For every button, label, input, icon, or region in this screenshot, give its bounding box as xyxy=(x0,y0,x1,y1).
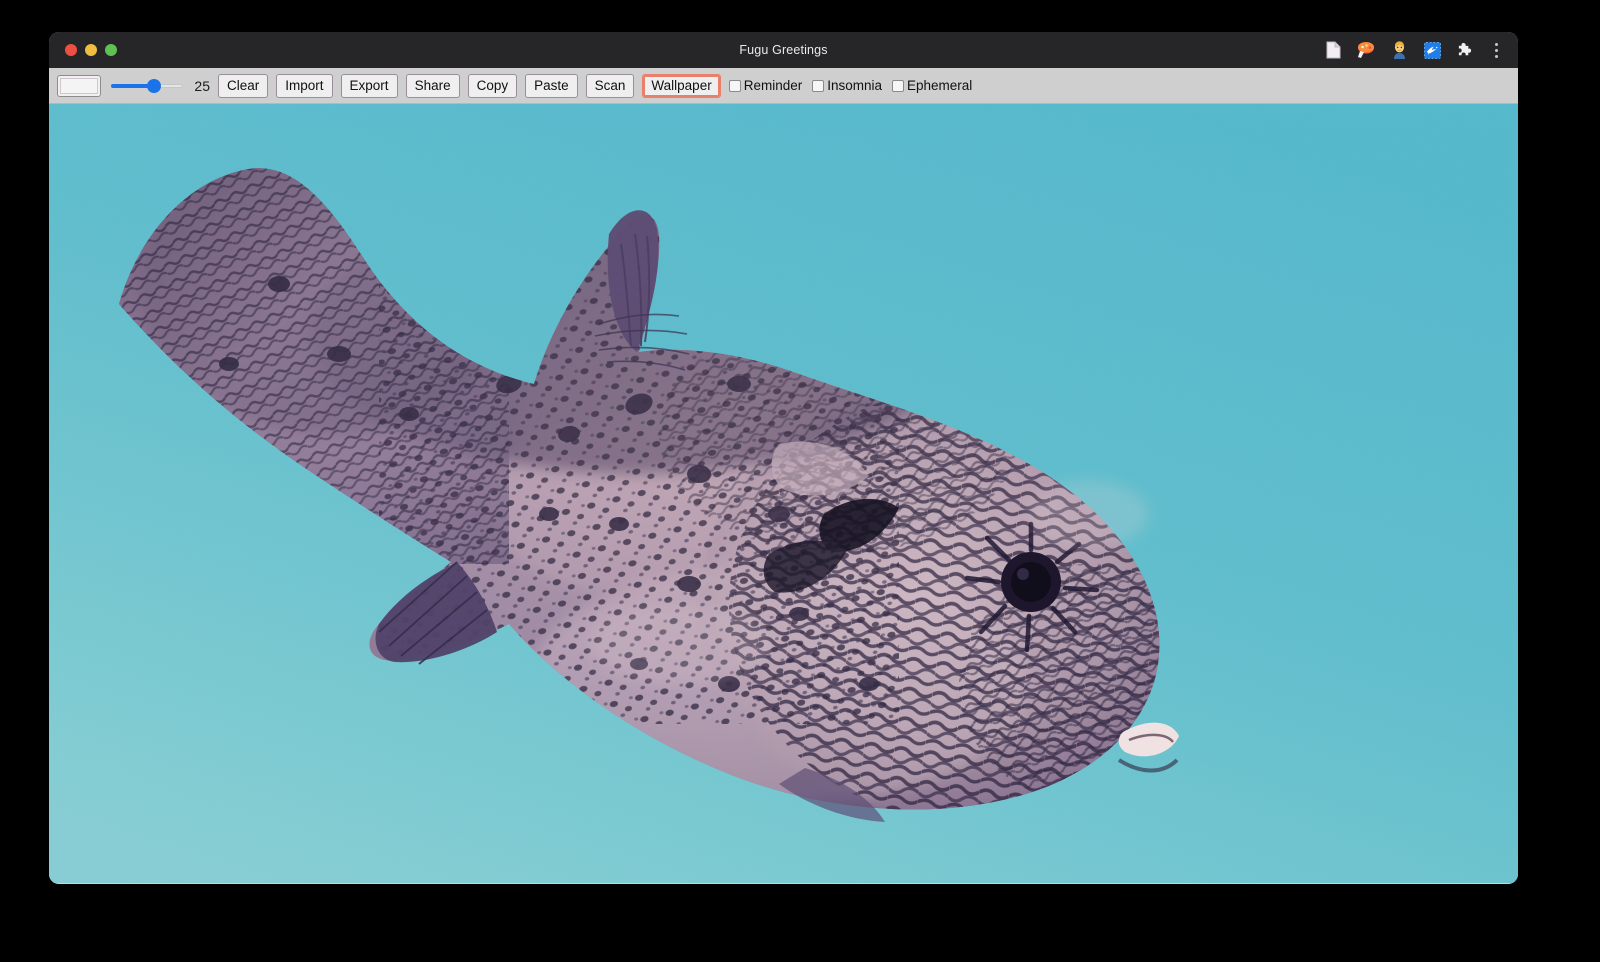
color-picker[interactable] xyxy=(57,75,101,97)
desktop-background: Fugu Greetings xyxy=(0,0,1600,962)
ephemeral-checkbox-label: Ephemeral xyxy=(907,78,972,93)
kebab-dot-3 xyxy=(1495,55,1498,58)
window-maximize-button[interactable] xyxy=(105,44,117,56)
kebab-dot-2 xyxy=(1495,49,1498,52)
traffic-light-buttons xyxy=(65,44,117,56)
wallpaper-button[interactable]: Wallpaper xyxy=(642,74,720,98)
bluesky-extension-icon[interactable] xyxy=(1422,40,1442,60)
reminder-checkbox-box[interactable] xyxy=(729,80,741,92)
titlebar-icon-group xyxy=(1323,40,1508,60)
import-button[interactable]: Import xyxy=(276,74,332,98)
ephemeral-checkbox-box[interactable] xyxy=(892,80,904,92)
paint-palette-icon[interactable] xyxy=(1356,40,1376,60)
clear-button[interactable]: Clear xyxy=(218,74,268,98)
slider-value-label: 25 xyxy=(192,78,210,94)
slider-thumb[interactable] xyxy=(147,79,161,93)
insomnia-checkbox[interactable]: Insomnia xyxy=(812,78,882,93)
color-picker-swatch xyxy=(60,78,98,94)
reminder-checkbox-label: Reminder xyxy=(744,78,803,93)
page-document-icon[interactable] xyxy=(1323,40,1343,60)
reminder-checkbox[interactable]: Reminder xyxy=(729,78,803,93)
app-toolbar: 25 Clear Import Export Share Copy Paste … xyxy=(49,68,1518,104)
person-avatar-icon[interactable] xyxy=(1389,40,1409,60)
window-title: Fugu Greetings xyxy=(49,43,1518,57)
insomnia-checkbox-label: Insomnia xyxy=(827,78,882,93)
scan-button[interactable]: Scan xyxy=(586,74,635,98)
kebab-dot-1 xyxy=(1495,43,1498,46)
copy-button[interactable]: Copy xyxy=(468,74,518,98)
window-titlebar: Fugu Greetings xyxy=(49,32,1518,68)
ephemeral-checkbox[interactable]: Ephemeral xyxy=(892,78,972,93)
drawing-canvas[interactable] xyxy=(49,104,1518,883)
share-button[interactable]: Share xyxy=(406,74,460,98)
pufferfish-photo xyxy=(49,104,1518,883)
browser-window: Fugu Greetings xyxy=(49,32,1518,884)
line-width-slider[interactable] xyxy=(111,76,183,96)
kebab-menu-icon[interactable] xyxy=(1488,40,1504,60)
paste-button[interactable]: Paste xyxy=(525,74,578,98)
window-minimize-button[interactable] xyxy=(85,44,97,56)
window-close-button[interactable] xyxy=(65,44,77,56)
export-button[interactable]: Export xyxy=(341,74,398,98)
insomnia-checkbox-box[interactable] xyxy=(812,80,824,92)
puzzle-piece-icon[interactable] xyxy=(1455,40,1475,60)
